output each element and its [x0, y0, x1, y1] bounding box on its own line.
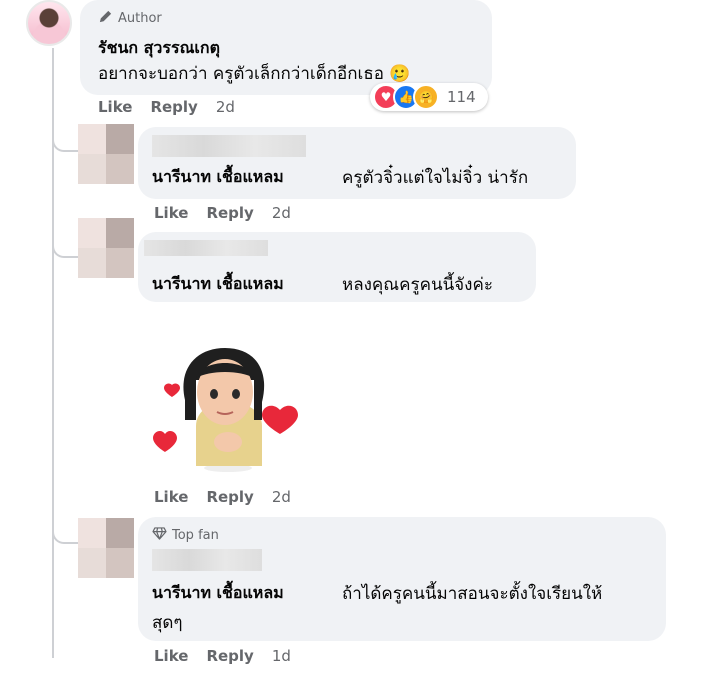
reply-actions: Like Reply 1d	[154, 647, 291, 665]
blurred-name	[144, 240, 268, 256]
diamond-icon	[152, 527, 167, 544]
heart-icon	[262, 405, 298, 434]
reply-button[interactable]: Reply	[150, 98, 197, 116]
avatar[interactable]	[78, 218, 134, 278]
comment-actions: Like Reply 2d	[98, 98, 235, 116]
commenter-name[interactable]: รัชนก สุวรรณเกตุ	[98, 36, 220, 61]
reaction-summary[interactable]: ♥ 👍 🤗 114	[370, 83, 488, 111]
reply-button[interactable]: Reply	[206, 488, 253, 506]
avatar[interactable]	[26, 0, 72, 46]
like-button[interactable]: Like	[154, 204, 188, 222]
reply-bubble: นารีนาท เชื้อแหลม หลงคุณครูคนนี้จังค่ะ	[138, 232, 536, 302]
reply-bubble: นารีนาท เชื้อแหลม ครูตัวจิ๋วแต่ใจไม่จิ๋ว…	[138, 127, 576, 199]
pencil-icon	[98, 9, 113, 28]
top-fan-badge-label: Top fan	[172, 528, 219, 543]
commenter-name[interactable]: นารีนาท เชื้อแหลม	[152, 165, 284, 190]
commenter-name[interactable]: นารีนาท เชื้อแหลม	[152, 272, 284, 297]
top-fan-badge: Top fan	[152, 527, 219, 544]
timestamp[interactable]: 2d	[272, 204, 291, 222]
reply-connector	[52, 128, 80, 152]
reply-text: ครูตัวจิ๋วแต่ใจไม่จิ๋ว น่ารัก	[342, 168, 529, 188]
reply-text: หลงคุณครูคนนี้จังค่ะ	[342, 275, 493, 295]
reply-connector	[52, 234, 80, 258]
sticker-image[interactable]	[150, 340, 300, 472]
comment-bubble: Author รัชนก สุวรรณเกตุ อยากจะบอกว่า ครู…	[80, 0, 492, 95]
heart-icon	[153, 431, 177, 452]
commenter-name[interactable]: นารีนาท เชื้อแหลม	[152, 581, 284, 606]
reply-text-continued: สุดๆ	[152, 613, 183, 633]
timestamp[interactable]: 1d	[272, 647, 291, 665]
timestamp[interactable]: 2d	[272, 488, 291, 506]
reply-button[interactable]: Reply	[206, 204, 253, 222]
author-badge-label: Author	[118, 11, 162, 26]
reply-button[interactable]: Reply	[206, 647, 253, 665]
blurred-name	[152, 549, 262, 571]
blurred-name	[152, 135, 306, 157]
reaction-count: 114	[447, 88, 476, 106]
avatar[interactable]	[78, 518, 134, 578]
author-badge: Author	[98, 9, 162, 28]
reply-connector	[52, 520, 80, 544]
avatar[interactable]	[78, 124, 134, 184]
reply-actions: Like Reply 2d	[154, 204, 291, 222]
like-button[interactable]: Like	[98, 98, 132, 116]
care-icon: 🤗	[413, 84, 439, 110]
reply-actions: Like Reply 2d	[154, 488, 291, 506]
timestamp[interactable]: 2d	[216, 98, 235, 116]
reply-text: ถ้าได้ครูคนนี้มาสอนจะตั้งใจเรียนให้	[342, 584, 603, 604]
heart-icon	[164, 383, 180, 397]
like-button[interactable]: Like	[154, 488, 188, 506]
like-button[interactable]: Like	[154, 647, 188, 665]
comment-text: อยากจะบอกว่า ครูตัวเล็กกว่าเด็กอีกเธอ 🥲	[98, 64, 411, 84]
reply-bubble: Top fan นารีนาท เชื้อแหลม ถ้าได้ครูคนนี้…	[138, 517, 666, 641]
